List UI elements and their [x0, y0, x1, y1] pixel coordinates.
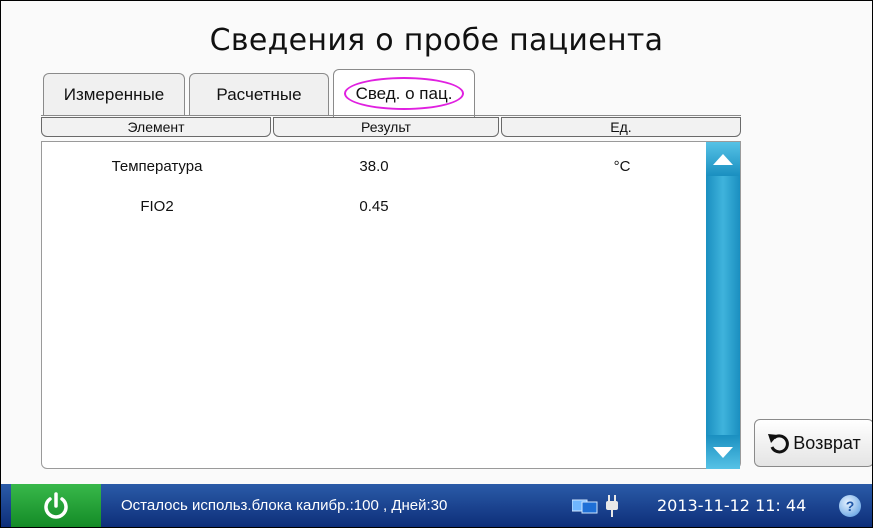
datetime: 2013-11-12 11: 44	[657, 496, 807, 515]
cell-element: FIO2	[140, 198, 174, 215]
scroll-down-button[interactable]	[706, 435, 740, 469]
tab-measured-label: Измеренные	[63, 84, 165, 104]
column-header-element: Элемент	[41, 117, 271, 137]
back-button-label: Возврат	[793, 432, 861, 453]
status-message: Осталось использ.блока калибр.:100 , Дне…	[121, 497, 448, 514]
scrollbar[interactable]	[706, 142, 740, 469]
table-row[interactable]: Температура 38.0 °C	[42, 158, 702, 182]
tab-patient-info-label: Свед. о пац.	[343, 77, 465, 110]
tab-measured[interactable]: Измеренные	[43, 73, 185, 115]
back-button[interactable]: Возврат	[754, 419, 872, 467]
column-header-unit: Ед.	[501, 117, 741, 137]
results-table: Температура 38.0 °C FIO2 0.45	[41, 141, 741, 469]
tab-calculated-label: Расчетные	[216, 84, 302, 104]
tabs-divider	[41, 115, 741, 116]
scroll-down-icon	[713, 446, 733, 458]
cell-result: 38.0	[359, 158, 389, 175]
tab-patient-info[interactable]: Свед. о пац.	[333, 69, 475, 117]
power-button[interactable]	[11, 484, 101, 527]
tab-calculated[interactable]: Расчетные	[189, 73, 329, 115]
power-icon	[44, 492, 68, 519]
scroll-up-button[interactable]	[706, 142, 740, 176]
page-title: Сведения о пробе пациента	[209, 23, 664, 58]
network-icon	[572, 499, 598, 514]
status-bar: Осталось использ.блока калибр.:100 , Дне…	[1, 484, 872, 527]
cell-result: 0.45	[359, 198, 389, 215]
help-icon[interactable]: ?	[839, 495, 861, 517]
patient-sample-screen: Сведения о пробе пациента Измеренные Рас…	[0, 0, 873, 528]
plug-icon	[606, 495, 618, 517]
scroll-up-icon	[713, 153, 733, 165]
back-arrow-icon	[768, 434, 790, 454]
cell-element: Температура	[111, 158, 203, 175]
cell-unit: °C	[613, 158, 631, 175]
table-row[interactable]: FIO2 0.45	[42, 198, 702, 222]
column-header-result: Результ	[273, 117, 499, 137]
